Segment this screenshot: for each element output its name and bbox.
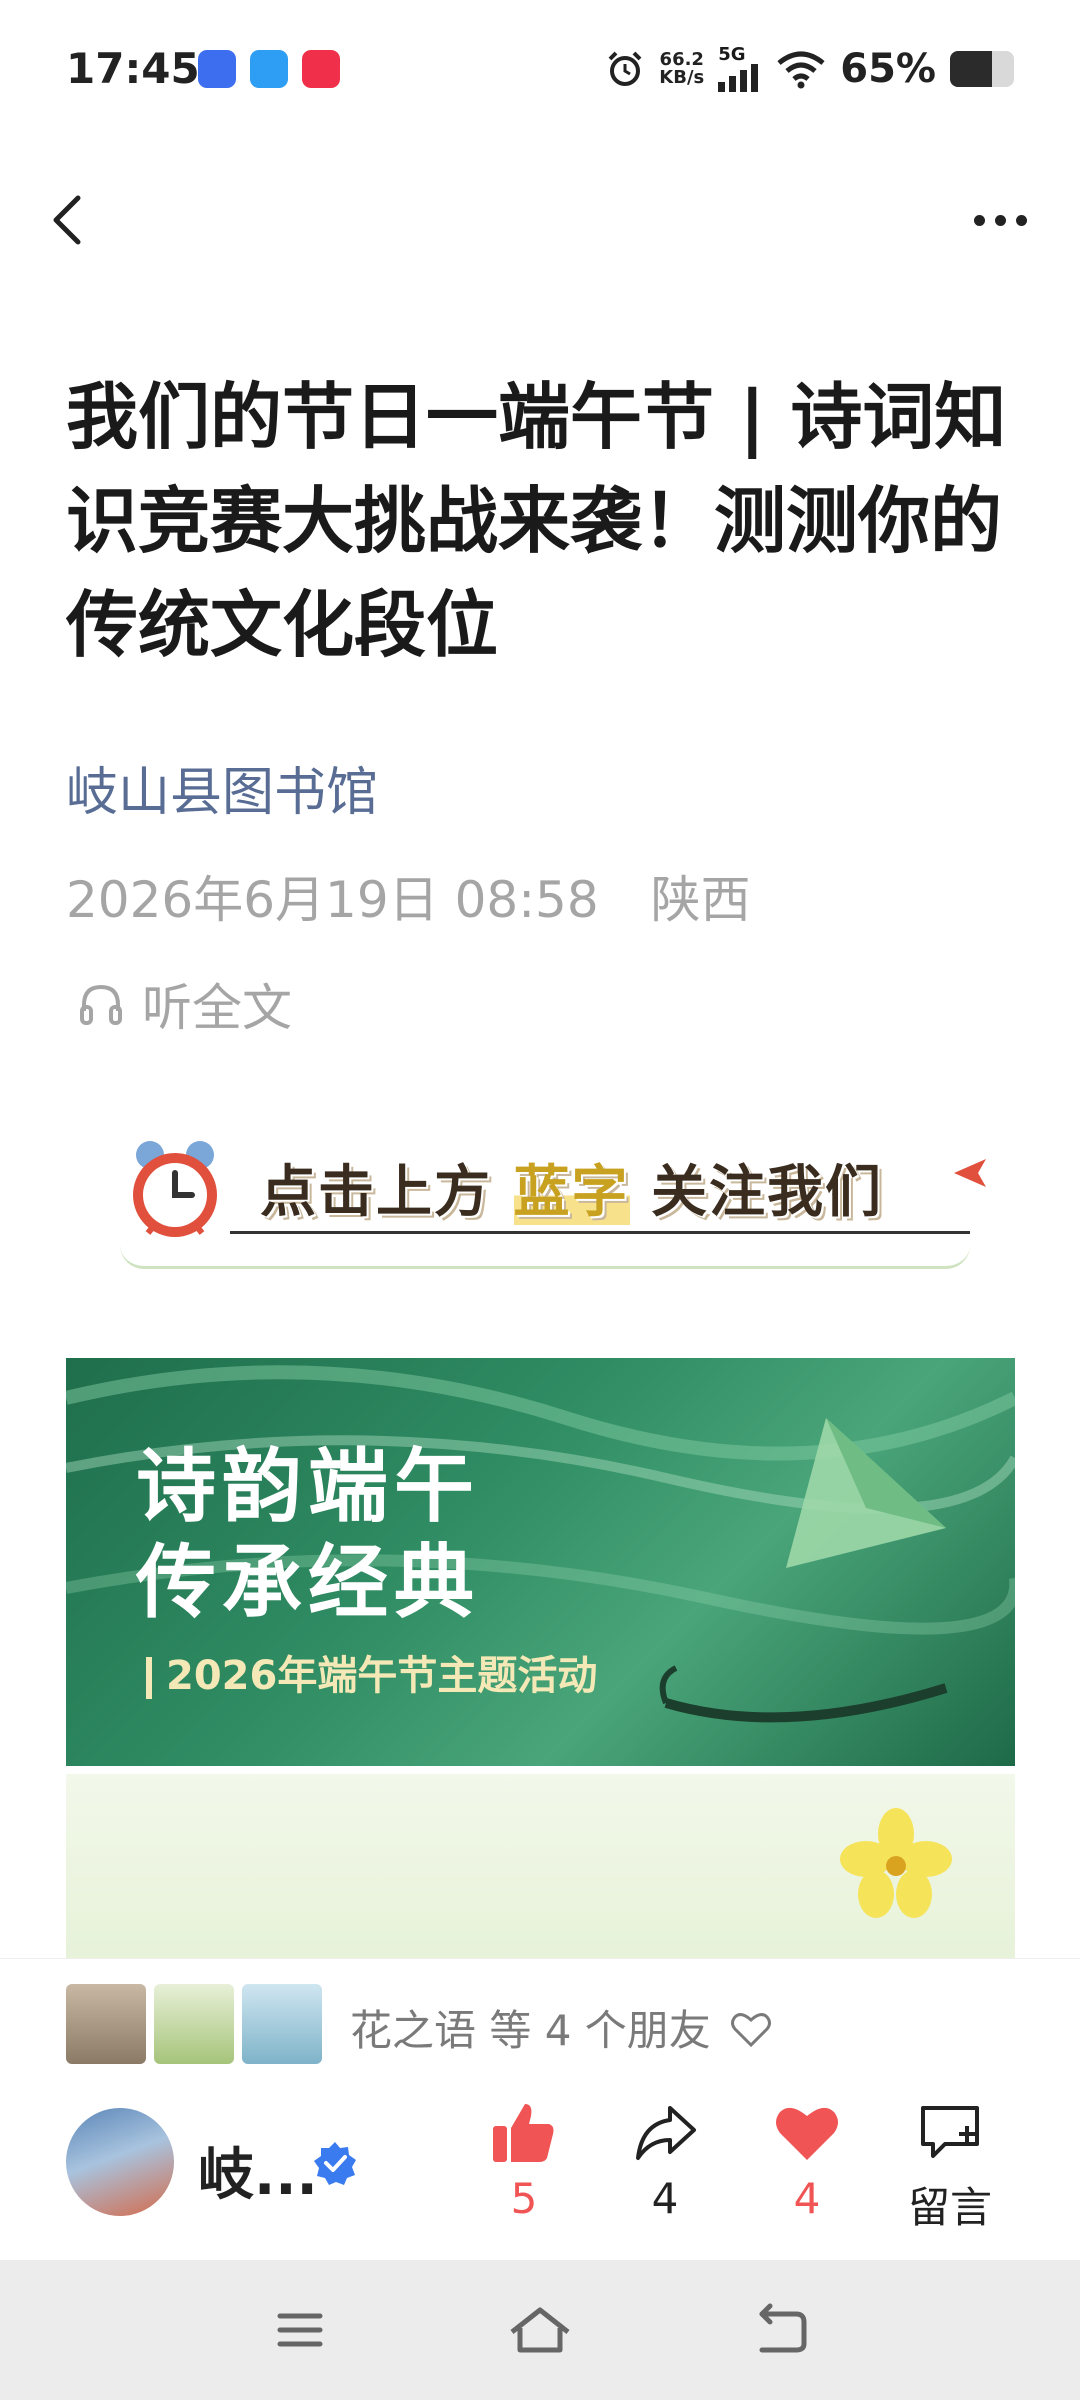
friends-liked-bar[interactable]: 花之语 等 4 个朋友 [0, 1958, 1080, 2088]
heart-filled-icon [776, 2107, 838, 2160]
listen-button[interactable]: 听全文 [76, 968, 292, 1040]
status-time: 17:45 [66, 44, 200, 93]
flower-icon [840, 1808, 952, 1918]
author-link[interactable]: 岐山县图书馆 [66, 750, 378, 825]
hero-banner-image: 诗韵端午 传承经典 2026年端午节主题活动 [66, 1358, 1015, 1766]
follow-highlight: 蓝字 [513, 1160, 630, 1225]
net-speed: 66.2 KB/s [659, 51, 704, 87]
article-image-2 [66, 1774, 1015, 1960]
share-arrow-icon [636, 2106, 696, 2160]
like-button[interactable]: 5 [464, 2098, 584, 2223]
signal-icon [718, 64, 759, 92]
share-count: 4 [651, 2174, 679, 2223]
net-speed-unit: KB/s [659, 67, 705, 88]
follow-banner: 点击上方 蓝字 关注我们 [120, 1135, 1000, 1275]
bottom-action-bar: 岐... 5 4 4 留言 [0, 2088, 1080, 2258]
status-bar: 17:45 66.2 KB/s 5G 65% [0, 0, 1080, 140]
friends-text: 花之语 等 4 个朋友 [350, 1997, 772, 2058]
wifi-icon [777, 51, 825, 89]
system-nav-bar [0, 2260, 1080, 2400]
listen-label: 听全文 [142, 979, 292, 1037]
article-title: 我们的节日一端午节 | 诗词知识竞赛大挑战来袭！测测你的传统文化段位 [66, 375, 1007, 667]
back-arrow-icon [759, 2303, 807, 2353]
network-type: 5G [718, 44, 746, 65]
follow-suffix: 关注我们 [651, 1160, 883, 1225]
comment-button[interactable]: 留言 [890, 2098, 1010, 2235]
signal-group: 5G [718, 46, 762, 92]
share-button[interactable]: 4 [605, 2098, 725, 2223]
home-nav-button[interactable] [500, 2300, 580, 2360]
heart-outline-icon [731, 2013, 772, 2048]
follow-underline [230, 1231, 970, 1234]
friend-avatar [66, 1984, 146, 2064]
home-icon [510, 2307, 570, 2353]
verified-badge-icon [314, 2142, 356, 2185]
alarm-icon [608, 51, 642, 86]
account-avatar[interactable] [66, 2108, 174, 2216]
follow-curve [120, 1245, 970, 1269]
battery-fill [950, 51, 992, 87]
menu-icon [277, 2313, 323, 2347]
comment-plus-icon [921, 2106, 979, 2158]
app-notification-icon-1 [198, 50, 236, 88]
friend-avatar [154, 1984, 234, 2064]
hero-title-line2: 传承经典 [136, 1535, 480, 1629]
back-button[interactable] [40, 180, 100, 260]
chevron-left-icon [53, 195, 81, 245]
publish-location: 陕西 [650, 871, 751, 929]
more-dot [994, 214, 1006, 226]
publish-date: 2026年6月19日 08:58 [66, 871, 599, 929]
hero-title-line1: 诗韵端午 [136, 1439, 480, 1533]
comment-label: 留言 [907, 2183, 992, 2232]
hero-subtitle: 2026年端午节主题活动 [146, 1643, 597, 1701]
favorite-count: 4 [793, 2174, 821, 2223]
app-notification-icon-2 [250, 50, 288, 88]
friend-avatar [242, 1984, 322, 2064]
thumbs-up-icon [493, 2104, 554, 2162]
app-notification-icon-3 [302, 50, 340, 88]
friends-label: 花之语 等 4 个朋友 [350, 2006, 711, 2055]
favorite-button[interactable]: 4 [747, 2098, 867, 2223]
battery-percent: 65% [840, 46, 936, 92]
article-meta: 2026年6月19日 08:58 陕西 [66, 860, 751, 932]
alarm-clock-icon [133, 1141, 217, 1237]
flag-icon [954, 1159, 986, 1187]
status-right-group: 66.2 KB/s 5G 65% [605, 44, 1014, 94]
back-nav-button[interactable] [740, 2300, 820, 2360]
follow-text: 点击上方 蓝字 关注我们 [260, 1147, 883, 1228]
more-button[interactable] [960, 195, 1040, 245]
headphones-icon [80, 984, 122, 1025]
more-dot [1015, 214, 1027, 226]
follow-prefix: 点击上方 [260, 1160, 492, 1225]
like-count: 5 [510, 2174, 538, 2223]
more-dot [973, 214, 985, 226]
battery-icon [950, 51, 1014, 87]
hero-title: 诗韵端午 传承经典 [136, 1438, 480, 1630]
menu-nav-button[interactable] [260, 2300, 340, 2360]
account-name[interactable]: 岐... [198, 2130, 318, 2211]
